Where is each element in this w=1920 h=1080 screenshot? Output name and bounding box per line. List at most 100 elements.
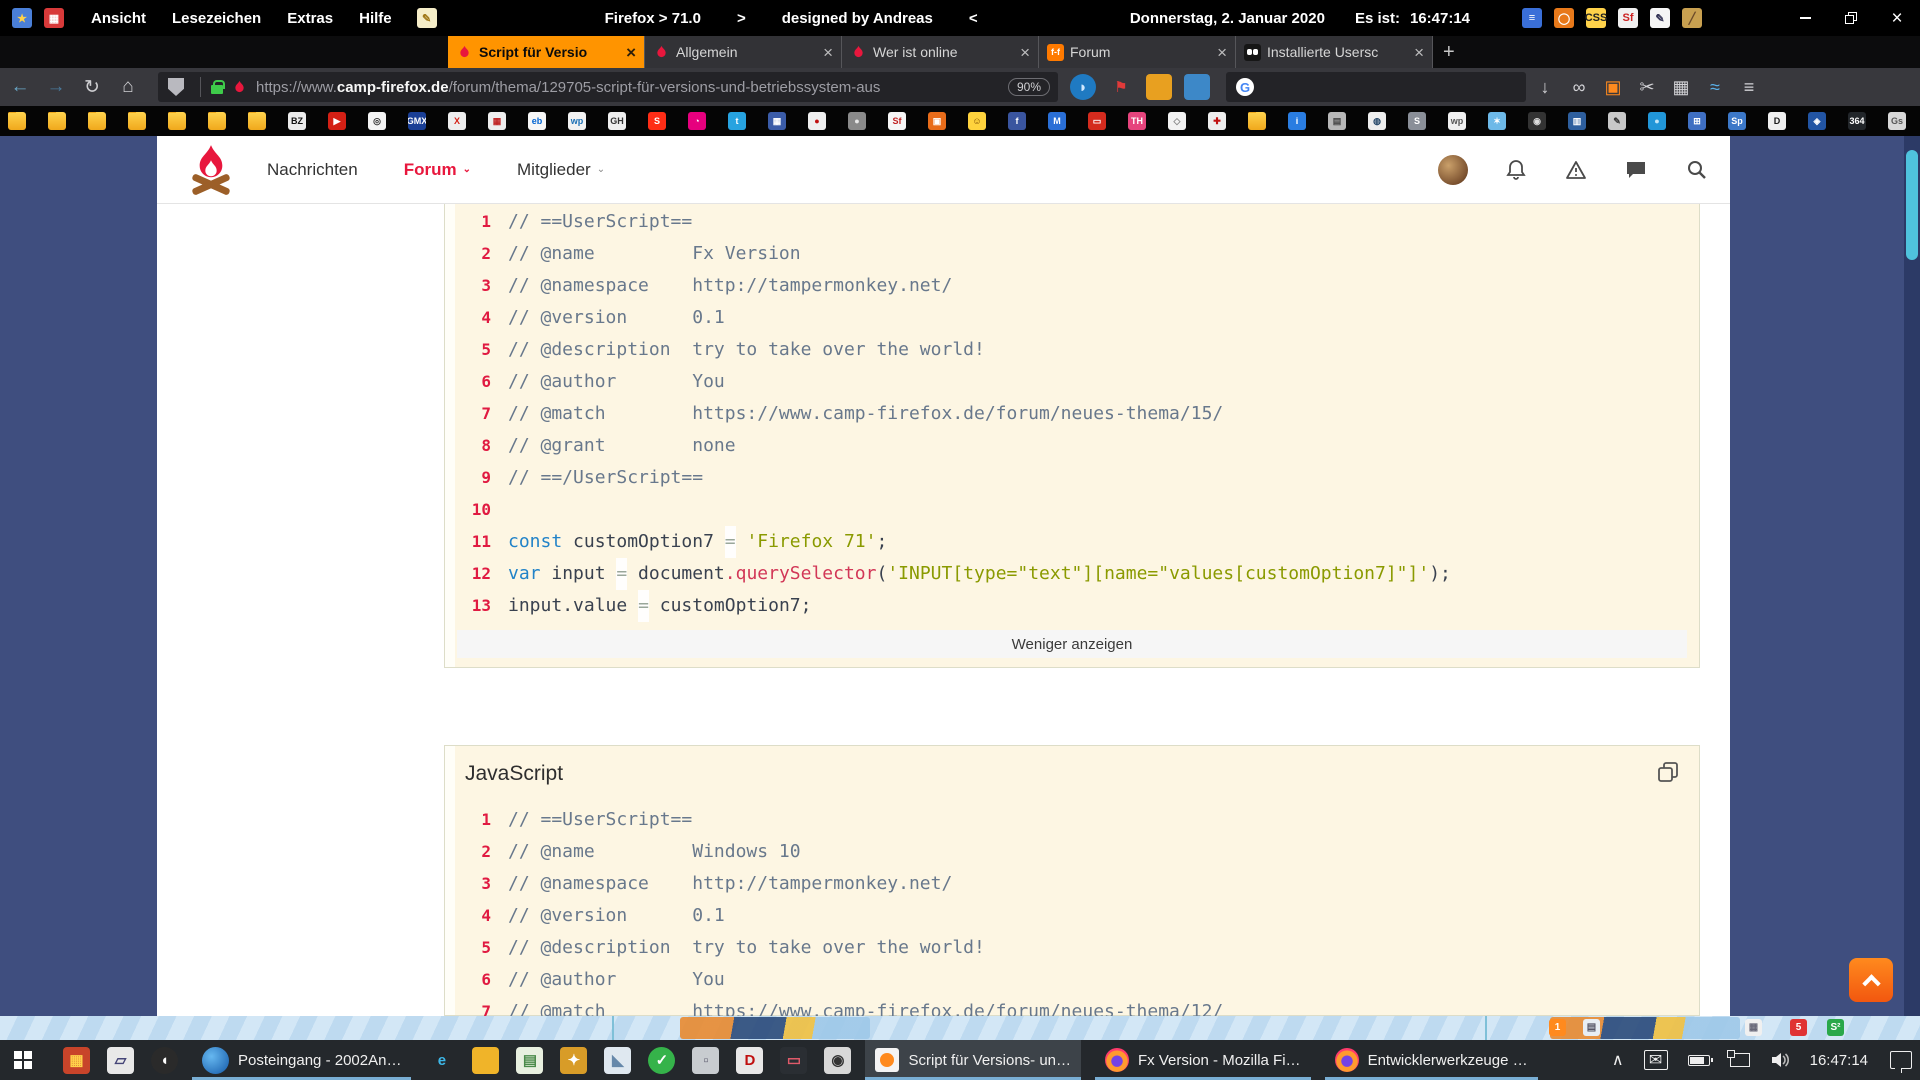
bookmark-icon[interactable]: Sp: [1728, 112, 1746, 130]
taskbar-button-thunderbird[interactable]: Posteingang - 2002An…: [192, 1040, 411, 1080]
notify-1-badge[interactable]: 1: [1549, 1019, 1566, 1036]
tray-battery-icon[interactable]: [1688, 1055, 1710, 1066]
list-icon[interactable]: ≡: [1522, 8, 1542, 28]
action-center-icon[interactable]: [1890, 1051, 1912, 1069]
restore-button[interactable]: [1828, 0, 1874, 36]
printer-icon[interactable]: ▤: [1583, 1019, 1600, 1036]
menu-hilfe[interactable]: Hilfe: [359, 10, 392, 27]
start-button[interactable]: [0, 1040, 46, 1080]
tab-close-icon[interactable]: ×: [626, 44, 636, 61]
bookmark-icon[interactable]: ●: [808, 112, 826, 130]
badge-5-icon[interactable]: 5: [1790, 1019, 1807, 1036]
search-field[interactable]: G: [1226, 72, 1526, 102]
d-icon[interactable]: D: [736, 1047, 763, 1074]
search-icon[interactable]: [1684, 158, 1708, 182]
taskbar-button-script-f-r-versions-un-[interactable]: Script für Versions- un…: [865, 1040, 1081, 1080]
notes-icon[interactable]: ✎: [1650, 8, 1670, 28]
bookmark-icon[interactable]: ◔: [688, 112, 706, 130]
alerts-warning-icon[interactable]: [1564, 158, 1588, 182]
zoom-level-indicator[interactable]: 90%: [1008, 78, 1050, 96]
bookmark-icon[interactable]: ▦: [488, 112, 506, 130]
bookmark-icon[interactable]: ▦: [768, 112, 786, 130]
bookmark-icon[interactable]: S: [648, 112, 666, 130]
folder-blue-icon[interactable]: [1184, 74, 1210, 100]
film-grid-icon[interactable]: ▦: [1666, 72, 1696, 102]
bookmark-icon[interactable]: wp: [1448, 112, 1466, 130]
badge-s2-icon[interactable]: S²: [1827, 1019, 1844, 1036]
downloads-icon[interactable]: ↓: [1530, 72, 1560, 102]
bookmark-icon[interactable]: t: [728, 112, 746, 130]
sf-icon[interactable]: Sf: [1618, 8, 1638, 28]
tray-network-icon[interactable]: [1730, 1053, 1750, 1067]
url-bar[interactable]: https://www.camp-firefox.de/forum/thema/…: [158, 72, 1058, 102]
bookmark-icon[interactable]: S: [1408, 112, 1426, 130]
menu-ansicht[interactable]: Ansicht: [91, 10, 146, 27]
messages-chat-icon[interactable]: [1624, 158, 1648, 182]
tab-close-icon[interactable]: ×: [1217, 44, 1227, 61]
bookmark-icon[interactable]: ✎: [1608, 112, 1626, 130]
thunderbird-icon[interactable]: ◗: [1070, 74, 1096, 100]
tracking-shield-icon[interactable]: [168, 78, 184, 96]
bookmark-icon[interactable]: ◈: [1808, 112, 1826, 130]
edge-icon[interactable]: e: [428, 1047, 455, 1074]
tab-installierte-usersc[interactable]: Installierte Usersc×: [1236, 36, 1433, 68]
bookmark-icon[interactable]: X: [448, 112, 466, 130]
bookmark-icon[interactable]: ⊞: [1688, 112, 1706, 130]
page-scrollbar[interactable]: [1904, 136, 1920, 1016]
nav-item-mitglieder[interactable]: Mitglieder⌄: [517, 160, 605, 180]
bookmark-icon[interactable]: ▭: [1088, 112, 1106, 130]
tampermonkey-toolbar-icon[interactable]: ▣: [1598, 72, 1628, 102]
tray-volume-icon[interactable]: [1770, 1051, 1790, 1069]
red-flag-icon[interactable]: ⚑: [1108, 74, 1134, 100]
bookmark-icon[interactable]: ◍: [1368, 112, 1386, 130]
bookmark-icon[interactable]: ✚: [1208, 112, 1226, 130]
copy-code-icon[interactable]: [1657, 761, 1679, 788]
bookmark-folder-icon[interactable]: [88, 112, 106, 130]
bookmark-folder-icon[interactable]: [8, 112, 26, 130]
explorer-folder-icon[interactable]: [472, 1047, 499, 1074]
back-button[interactable]: ←: [4, 72, 36, 102]
bookmark-icon[interactable]: eb: [528, 112, 546, 130]
check-icon[interactable]: ✓: [648, 1047, 675, 1074]
sync-infinity-icon[interactable]: ∞: [1564, 72, 1594, 102]
notifications-bell-icon[interactable]: [1504, 158, 1528, 182]
tab-close-icon[interactable]: ×: [1414, 44, 1424, 61]
bookmark-folder-icon[interactable]: [248, 112, 266, 130]
notepad-icon[interactable]: ▤: [516, 1047, 543, 1074]
bookmark-icon[interactable]: ●: [1648, 112, 1666, 130]
bookmark-folder-icon[interactable]: [208, 112, 226, 130]
grid-widget-icon[interactable]: ▦: [1745, 1019, 1762, 1036]
https-lock-icon[interactable]: [211, 85, 223, 94]
menu-extras[interactable]: Extras: [287, 10, 333, 27]
bookmark-icon[interactable]: ◉: [1528, 112, 1546, 130]
bookmark-icon[interactable]: wp: [568, 112, 586, 130]
nav-item-nachrichten[interactable]: Nachrichten: [267, 160, 358, 180]
tray-chevron-up-icon[interactable]: ∧: [1612, 1050, 1624, 1070]
bookmark-icon[interactable]: ✶: [1488, 112, 1506, 130]
menu-lesezeichen[interactable]: Lesezeichen: [172, 10, 261, 27]
tab-wer-ist-online[interactable]: Wer ist online×: [842, 36, 1039, 68]
scroll-to-top-button[interactable]: [1849, 958, 1893, 1002]
close-button[interactable]: ×: [1874, 0, 1920, 36]
bookmark-icon[interactable]: i: [1288, 112, 1306, 130]
tab-script-f-r-versio[interactable]: Script für Versio×: [448, 36, 645, 68]
bookmark-icon[interactable]: D: [1768, 112, 1786, 130]
tray-mail-icon[interactable]: ✉: [1644, 1050, 1668, 1070]
user-avatar[interactable]: [1438, 155, 1468, 185]
menu-hamburger-icon[interactable]: ≡: [1734, 72, 1764, 102]
bookmark-folder-icon[interactable]: [48, 112, 66, 130]
folder-orange-icon[interactable]: [1146, 74, 1172, 100]
taskbar-button-entwicklerwerkzeuge-[interactable]: Entwicklerwerkzeuge …: [1325, 1040, 1538, 1080]
bookmark-icon[interactable]: ●: [848, 112, 866, 130]
minimize-button[interactable]: [1782, 0, 1828, 36]
tab-forum[interactable]: f-fForum×: [1039, 36, 1236, 68]
home-button[interactable]: ⌂: [112, 72, 144, 102]
bookmark-icon[interactable]: GMX: [408, 112, 426, 130]
bookmark-icon[interactable]: BZ: [288, 112, 306, 130]
tab-allgemein[interactable]: Allgemein×: [645, 36, 842, 68]
bookmark-icon[interactable]: ☺: [968, 112, 986, 130]
bookmark-icon[interactable]: f: [1008, 112, 1026, 130]
bookmark-icon[interactable]: GH: [608, 112, 626, 130]
window-star-icon[interactable]: ★: [12, 8, 32, 28]
calendar-icon[interactable]: ▦: [44, 8, 64, 28]
